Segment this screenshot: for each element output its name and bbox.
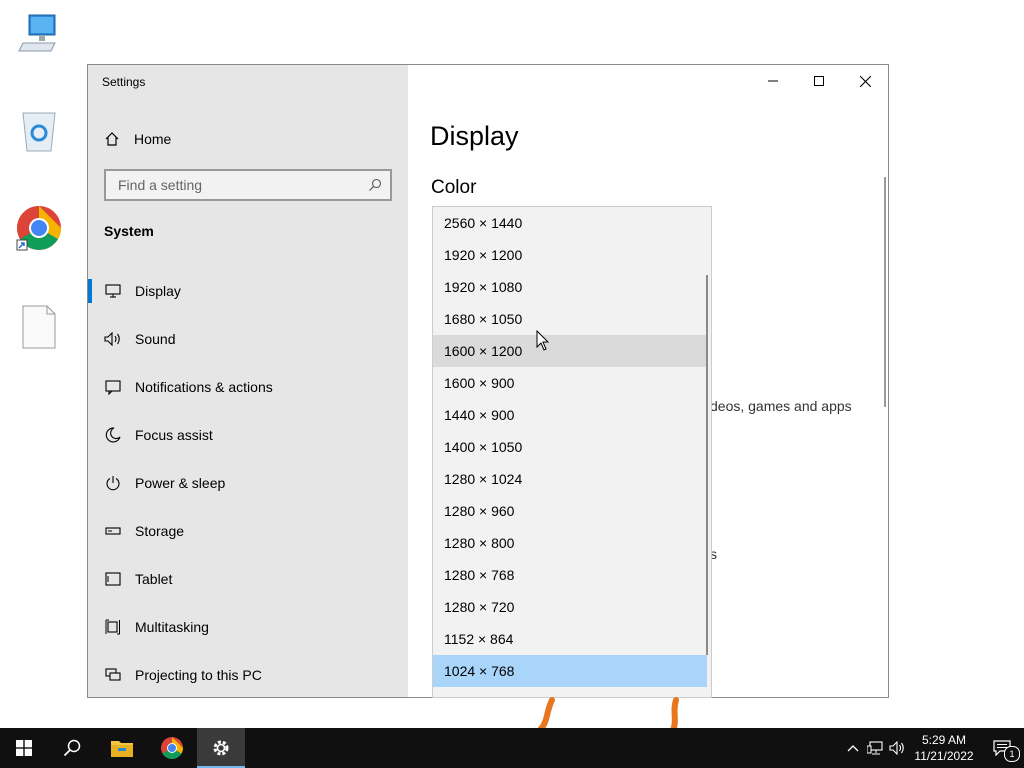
search-box[interactable] (104, 169, 392, 201)
this-pc-icon[interactable] (14, 8, 64, 58)
start-button[interactable] (0, 728, 48, 768)
sidebar-item-notifications[interactable]: Notifications & actions (88, 363, 408, 411)
sidebar-item-label: Power & sleep (135, 475, 226, 491)
taskbar: 5:29 AM 11/21/2022 1 (0, 728, 1024, 768)
taskbar-settings[interactable] (197, 728, 245, 768)
obscured-setting-text: deos, games and apps (710, 398, 852, 414)
resolution-option[interactable]: 1152 × 864 (433, 623, 707, 655)
minimize-button[interactable] (750, 65, 796, 97)
close-icon (859, 75, 871, 87)
sidebar-item-label: Tablet (135, 571, 173, 587)
volume-button[interactable] (886, 741, 908, 755)
network-button[interactable] (864, 741, 886, 755)
taskbar-chrome[interactable] (148, 728, 196, 768)
window-controls (750, 65, 888, 97)
chrome-shortcut-icon[interactable] (14, 204, 64, 254)
section-header-system: System (104, 223, 154, 239)
window-title: Settings (102, 75, 146, 89)
sidebar-item-display[interactable]: Display (88, 267, 408, 315)
mouse-cursor-icon (536, 330, 550, 351)
resolution-option[interactable]: 1440 × 900 (433, 399, 707, 431)
sidebar-item-projecting[interactable]: Projecting to this PC (88, 651, 408, 697)
sidebar-item-label: Notifications & actions (135, 379, 273, 395)
folder-icon (111, 741, 133, 757)
resolution-option[interactable]: 1680 × 1050 (433, 303, 707, 335)
sidebar-item-power-sleep[interactable]: Power & sleep (88, 459, 408, 507)
notification-icon (104, 378, 122, 396)
resolution-options: 2560 × 1440 1920 × 1200 1920 × 1080 1680 × … (433, 207, 711, 687)
resolution-option[interactable]: 2560 × 1440 (433, 207, 707, 239)
sidebar-item-label: Multitasking (135, 619, 209, 635)
content-scrollbar[interactable] (884, 177, 886, 407)
resolution-option[interactable]: 1024 × 768 (433, 655, 707, 687)
gear-icon (213, 740, 229, 756)
clock-date: 11/21/2022 (914, 749, 974, 763)
search-icon[interactable] (368, 178, 382, 192)
show-hidden-icons-button[interactable] (842, 744, 864, 752)
network-icon (867, 741, 883, 755)
minimize-icon (768, 80, 778, 82)
maximize-icon (814, 76, 824, 86)
moon-icon (104, 426, 122, 444)
sidebar-home[interactable]: Home (104, 129, 171, 149)
file-icon[interactable] (14, 302, 64, 352)
maximize-button[interactable] (796, 65, 842, 97)
notification-count-badge: 1 (1004, 746, 1020, 762)
power-icon (104, 474, 122, 492)
taskbar-file-explorer[interactable] (98, 728, 146, 768)
resolution-option[interactable]: 1280 × 720 (433, 591, 707, 623)
chevron-up-icon (847, 745, 859, 752)
speaker-icon (104, 330, 122, 348)
speaker-icon (889, 741, 904, 755)
sidebar-item-label: Projecting to this PC (135, 667, 262, 683)
resolution-dropdown-list[interactable]: 2560 × 1440 1920 × 1200 1920 × 1080 1680 × … (432, 206, 712, 698)
system-tray: 5:29 AM 11/21/2022 1 (842, 728, 1024, 768)
sidebar-item-label: Storage (135, 523, 185, 539)
windows-logo-icon (16, 740, 32, 756)
recycle-bin-icon[interactable] (14, 106, 64, 156)
projecting-icon (104, 666, 122, 684)
sidebar: Settings Home System Display (88, 65, 408, 697)
clock[interactable]: 5:29 AM 11/21/2022 (908, 732, 980, 764)
search-input[interactable] (116, 176, 368, 194)
sidebar-item-sound[interactable]: Sound (88, 315, 408, 363)
tablet-icon (104, 570, 122, 588)
resolution-option[interactable]: 1280 × 960 (433, 495, 707, 527)
sidebar-item-label: Display (135, 283, 181, 299)
home-label: Home (134, 131, 172, 147)
dropdown-scrollbar[interactable] (706, 275, 708, 655)
sidebar-item-focus-assist[interactable]: Focus assist (88, 411, 408, 459)
resolution-option[interactable]: 1600 × 900 (433, 367, 707, 399)
taskbar-search-button[interactable] (48, 728, 96, 768)
resolution-option[interactable]: 1920 × 1080 (433, 271, 707, 303)
chrome-icon (161, 737, 183, 759)
sidebar-item-label: Sound (135, 331, 176, 347)
resolution-option[interactable]: 1280 × 768 (433, 559, 707, 591)
search-icon (63, 739, 81, 757)
resolution-option[interactable]: 1600 × 1200 (433, 335, 707, 367)
close-button[interactable] (842, 65, 888, 97)
resolution-option[interactable]: 1400 × 1050 (433, 431, 707, 463)
home-icon (105, 132, 119, 146)
section-title-color: Color (431, 177, 477, 198)
sidebar-item-multitasking[interactable]: Multitasking (88, 603, 408, 651)
multitasking-icon (104, 618, 122, 636)
resolution-option[interactable]: 1920 × 1200 (433, 239, 707, 271)
sidebar-nav: Display Sound Notifications & actions Fo… (88, 267, 408, 697)
sidebar-item-tablet[interactable]: Tablet (88, 555, 408, 603)
storage-icon (104, 522, 122, 540)
action-center-button[interactable]: 1 (980, 728, 1024, 768)
sidebar-item-label: Focus assist (135, 427, 213, 443)
resolution-option[interactable]: 1280 × 1024 (433, 463, 707, 495)
page-title: Display (430, 121, 519, 151)
monitor-icon (104, 282, 122, 300)
resolution-option[interactable]: 1280 × 800 (433, 527, 707, 559)
clock-time: 5:29 AM (921, 733, 967, 747)
sidebar-item-storage[interactable]: Storage (88, 507, 408, 555)
